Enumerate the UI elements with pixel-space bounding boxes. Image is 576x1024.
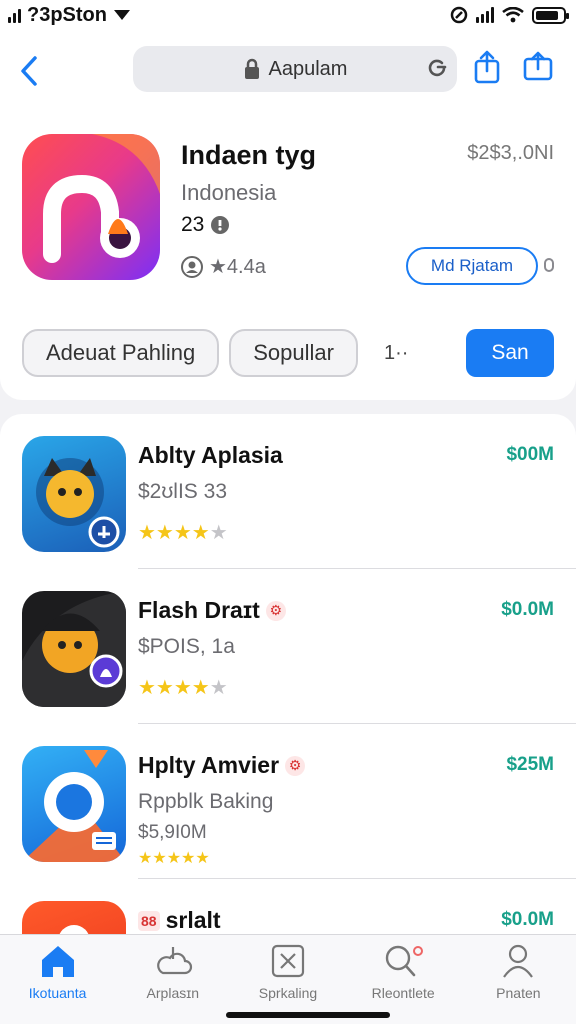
search-app-icon <box>22 750 126 862</box>
featured-app-card: Indaen tyg Indonesia 23 ★4.4a $2$3,.0NI … <box>0 112 576 400</box>
lock-icon <box>244 58 259 79</box>
close-box-icon <box>271 944 305 978</box>
app-title-text: srlalt <box>165 907 221 933</box>
list-item[interactable]: Ablty Aplasia $2ʊlIS 33 ★★★★★ $00M <box>0 414 576 569</box>
export-icon <box>523 51 553 81</box>
export-button[interactable] <box>522 50 554 89</box>
battery-fill <box>536 10 559 20</box>
home-icon <box>41 946 74 977</box>
tab-label: Sprkaling <box>258 985 318 1001</box>
app-icon <box>22 901 126 934</box>
featured-app-country: Indonesia <box>181 180 277 205</box>
app-price: $25M <box>506 754 554 775</box>
share-icon <box>474 50 500 84</box>
chip-more[interactable]: 1·· <box>384 342 444 365</box>
wifi-icon <box>502 7 524 23</box>
featured-app-title: Indaen tyg <box>181 140 317 170</box>
search-icon <box>385 945 424 977</box>
status-bar: ?3pSton <box>0 0 576 30</box>
character-icon <box>22 591 126 707</box>
app-icon <box>22 591 126 707</box>
nav-actions <box>472 50 554 89</box>
tab-bar: Ikotuanta Arplasɪn Sprkaling Rleontlete … <box>0 934 576 1024</box>
app-title-text: Flash Draɪt <box>138 597 260 623</box>
badge-icon: ⚙ <box>285 755 306 776</box>
app-title: 88 srlalt <box>138 907 221 934</box>
tab-home[interactable]: Ikotuanta <box>3 943 113 1024</box>
app-partial-icon <box>59 925 89 934</box>
nav-bar: Aapulam <box>0 30 576 112</box>
featured-app-rating: ★4.4a <box>181 254 266 279</box>
app-price: $0.0M <box>501 599 554 620</box>
chip-popular[interactable]: Sopullar <box>229 329 358 377</box>
app-icon <box>22 436 126 552</box>
search-button[interactable]: San <box>466 329 554 377</box>
star-rating: ★★★★★ <box>138 522 228 544</box>
badge-icon: ⚙ <box>265 600 286 621</box>
featured-app-icon[interactable] <box>22 134 160 280</box>
tab-label: Arplasɪn <box>146 985 199 1001</box>
cell-signal-icon <box>476 7 494 23</box>
tab-label: Ikotuanta <box>28 985 87 1001</box>
tab-label: Pnaten <box>496 985 541 1001</box>
star-rating: ★★★★★ <box>138 677 228 699</box>
share-button[interactable] <box>472 50 502 89</box>
app-price: $0.0M <box>501 909 554 930</box>
location-arrow-icon <box>114 10 130 20</box>
featured-app-count: 23 <box>181 213 230 237</box>
app-subtitle: $2ʊlIS 33 <box>138 480 227 503</box>
app-list: Ablty Aplasia $2ʊlIS 33 ★★★★★ $00M Flash… <box>0 414 576 934</box>
status-right <box>450 6 569 24</box>
more-options-icon[interactable] <box>544 258 554 272</box>
star-rating: ★★★★★ <box>138 850 210 867</box>
list-item[interactable]: Hplty Amvier ⚙ Rppblk Baking $5,9I0M ★★★★… <box>0 724 576 879</box>
app-logo-icon <box>43 134 160 263</box>
featured-app-rating-value: ★4.4a <box>209 256 266 278</box>
user-icon <box>181 255 203 278</box>
vpn-icon <box>450 6 468 24</box>
featured-app-count-value: 23 <box>181 213 205 236</box>
app-subtitle: Rppblk Baking <box>138 790 274 813</box>
filter-chips: Adeuat Pahling Sopullar 1·· <box>22 329 444 377</box>
tab-label: Rleontlete <box>371 985 435 1001</box>
person-icon <box>503 944 534 978</box>
app-subtitle: $POIS, 1a <box>138 635 235 658</box>
cat-icon <box>36 458 120 548</box>
signal-icon <box>8 7 21 23</box>
app-title-text: Hplty Amvier <box>138 752 280 778</box>
badge-icon: 88 <box>138 910 160 931</box>
featured-app-price: $2$3,.0NI <box>467 142 554 164</box>
back-button[interactable] <box>14 51 44 91</box>
get-button[interactable]: Md Rjatam <box>406 247 538 285</box>
app-title: Flash Draɪt ⚙ <box>138 597 286 624</box>
info-icon <box>211 216 230 234</box>
reload-button[interactable] <box>425 56 449 86</box>
tab-profile[interactable]: Pnaten <box>463 943 573 1024</box>
address-text: Aapulam <box>268 57 348 80</box>
app-title: Hplty Amvier ⚙ <box>138 752 306 779</box>
chip-category[interactable]: Adeuat Pahling <box>22 329 220 377</box>
reload-icon <box>428 59 447 77</box>
address-bar[interactable]: Aapulam <box>133 46 457 92</box>
app-price: $00M <box>506 444 554 465</box>
home-indicator <box>226 1012 390 1018</box>
app-subtitle-secondary: $5,9I0M <box>138 822 207 843</box>
list-item[interactable]: Flash Draɪt ⚙ $POIS, 1a ★★★★★ $0.0M <box>0 569 576 724</box>
chevron-left-icon <box>21 56 37 86</box>
app-title: Ablty Aplasia <box>138 442 283 469</box>
carrier-label: ?3pSton <box>27 3 107 26</box>
tab-apps[interactable]: Arplasɪn <box>118 943 228 1024</box>
battery-icon <box>532 6 569 24</box>
list-item[interactable]: 88 srlalt $0.0M <box>0 879 576 934</box>
cloud-icon <box>156 947 192 975</box>
app-icon <box>22 746 126 862</box>
app-title-text: Ablty Aplasia <box>138 442 283 468</box>
status-left: ?3pSton <box>8 4 131 27</box>
